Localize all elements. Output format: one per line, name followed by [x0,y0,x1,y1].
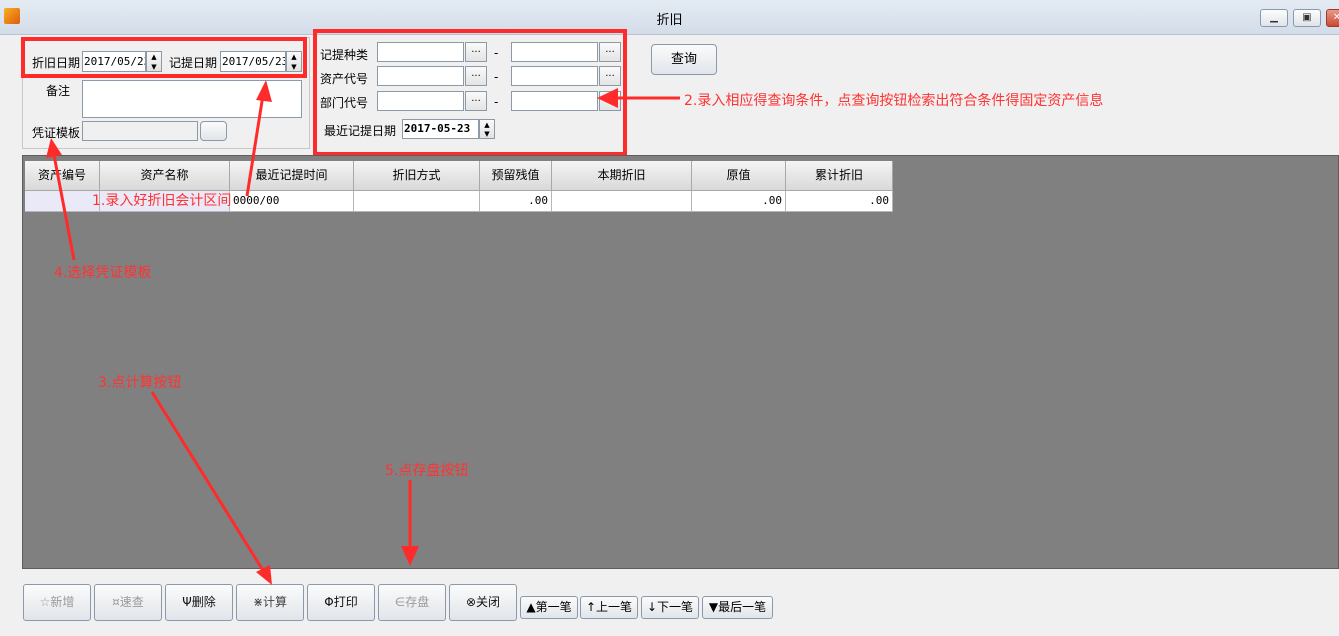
column-header[interactable]: 预留残值 [480,161,552,191]
column-header[interactable]: 资产名称 [100,161,230,191]
column-header[interactable]: 累计折旧 [786,161,893,191]
column-header[interactable]: 最近记提时间 [230,161,354,191]
column-header[interactable]: 原值 [692,161,786,191]
annotation-step2: 2.录入相应得查询条件，点查询按钮检索出符合条件得固定资产信息 [684,93,1104,109]
annotation-step4: 4.选择凭证模板 [54,265,152,281]
add-button[interactable]: ☆新增 [23,584,91,621]
first-record-button[interactable]: ▲第一笔 [520,596,578,619]
maximize-button[interactable]: ▣ [1293,9,1321,27]
table-cell[interactable] [552,191,692,212]
asset-grid[interactable] [22,155,1339,569]
table-cell[interactable]: .00 [692,191,786,212]
last-record-button[interactable]: ▼最后一笔 [702,596,773,619]
highlight-box-dates [21,37,307,78]
minimize-button[interactable]: ▁ [1260,9,1288,27]
table-cell[interactable]: .00 [786,191,893,212]
annotation-step3: 3.点计算按钮 [98,375,182,391]
save-button[interactable]: ∈存盘 [378,584,446,621]
voucher-template-picker-button[interactable] [200,121,227,141]
table-cell[interactable] [25,191,100,212]
column-header[interactable]: 资产编号 [25,161,100,191]
window-title: 折旧 [656,13,683,28]
column-header[interactable]: 折旧方式 [354,161,480,191]
column-header[interactable]: 本期折旧 [552,161,692,191]
calculate-button[interactable]: ⋇计算 [236,584,304,621]
table-cell[interactable] [354,191,480,212]
prev-record-button[interactable]: ↑上一笔 [580,596,638,619]
table-cell[interactable]: .00 [480,191,552,212]
remark-label: 备注 [46,84,71,98]
close-button[interactable]: ⊗关闭 [449,584,517,621]
print-button[interactable]: Φ打印 [307,584,375,621]
next-record-button[interactable]: ↓下一笔 [641,596,699,619]
voucher-template-label: 凭证模板 [32,126,81,140]
table-cell[interactable]: 0000/00 [230,191,354,212]
quick-search-button[interactable]: ¤速查 [94,584,162,621]
query-button[interactable]: 查询 [651,44,717,75]
highlight-box-query [313,29,627,156]
close-window-button[interactable]: ✕ [1326,9,1339,27]
remark-textarea[interactable] [82,80,302,118]
delete-button[interactable]: Ψ删除 [165,584,233,621]
annotation-step1: 1.录入好折旧会计区间 [92,193,232,209]
annotation-step5: 5.点存盘按钮 [385,463,469,479]
voucher-template-input[interactable] [82,121,198,141]
